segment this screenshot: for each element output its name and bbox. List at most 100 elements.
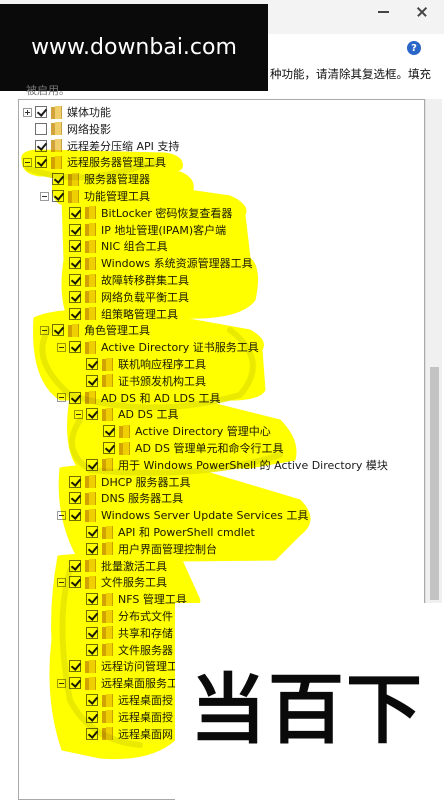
folder-icon	[85, 223, 96, 237]
feature-checkbox[interactable]	[86, 610, 98, 622]
collapse-icon[interactable]	[74, 409, 83, 419]
feature-checkbox[interactable]	[86, 374, 98, 387]
feature-checkbox[interactable]	[69, 257, 81, 270]
collapse-icon[interactable]	[57, 577, 66, 587]
feature-checkbox[interactable]	[86, 526, 98, 538]
feature-checkbox[interactable]	[69, 475, 81, 488]
feature-checkbox[interactable]	[86, 593, 98, 606]
folder-icon	[102, 626, 113, 640]
tree-item[interactable]: 用于 Windows PowerShell 的 Active Directory…	[74, 457, 388, 473]
tree-item[interactable]: NIC 组合工具	[57, 238, 168, 254]
collapse-icon[interactable]	[57, 342, 66, 352]
tree-item[interactable]: 远程桌面授	[74, 692, 173, 708]
feature-checkbox[interactable]	[86, 458, 98, 471]
tree-item[interactable]: 故障转移群集工具	[57, 272, 189, 288]
feature-checkbox[interactable]	[86, 710, 98, 723]
feature-checkbox[interactable]	[35, 139, 47, 152]
tree-item[interactable]: 联机响应程序工具	[74, 356, 206, 372]
tree-item-label: 远程访问管理工	[101, 660, 178, 674]
tree-item[interactable]: 角色管理工具	[40, 322, 150, 338]
feature-checkbox[interactable]	[103, 442, 115, 454]
tree-item[interactable]: 文件服务工具	[57, 574, 167, 590]
description-line-2: 被启用。	[26, 84, 70, 97]
feature-checkbox[interactable]	[86, 542, 98, 555]
feature-checkbox[interactable]	[52, 324, 64, 337]
collapse-icon[interactable]	[40, 191, 49, 201]
feature-checkbox[interactable]	[69, 206, 81, 219]
tree-item[interactable]: AD DS 和 AD LDS 工具	[57, 390, 221, 406]
tree-item[interactable]: 远程服务器管理工具	[23, 154, 166, 170]
tree-item[interactable]: 组策略管理工具	[57, 306, 178, 322]
tree-item[interactable]: Active Directory 证书服务工具	[57, 339, 259, 355]
tree-item[interactable]: DHCP 服务器工具	[57, 474, 191, 490]
tree-item-label: Active Directory 管理中心	[135, 425, 271, 439]
feature-checkbox[interactable]	[52, 190, 64, 202]
tree-item[interactable]: BitLocker 密码恢复查看器	[57, 205, 232, 221]
tree-item[interactable]: Windows Server Update Services 工具	[57, 507, 308, 523]
tree-item[interactable]: Active Directory 管理中心	[91, 423, 271, 439]
tree-item[interactable]: 远程桌面网	[74, 726, 173, 742]
feature-checkbox[interactable]	[35, 156, 47, 169]
tree-item[interactable]: 共享和存储	[74, 625, 173, 641]
feature-checkbox[interactable]	[86, 643, 98, 656]
feature-checkbox[interactable]	[69, 274, 81, 286]
tree-item[interactable]: 分布式文件	[74, 608, 173, 624]
feature-checkbox[interactable]	[35, 106, 47, 118]
tree-item[interactable]: 功能管理工具	[40, 188, 150, 204]
collapse-icon[interactable]	[57, 393, 66, 403]
folder-icon	[102, 710, 113, 724]
tree-item[interactable]: IP 地址管理(IPAM)客户端	[57, 222, 226, 238]
tree-item[interactable]: 证书颁发机构工具	[74, 373, 206, 389]
feature-checkbox[interactable]	[86, 727, 98, 740]
feature-checkbox[interactable]	[69, 223, 81, 236]
feature-checkbox[interactable]	[86, 408, 98, 421]
tree-item[interactable]: AD DS 管理单元和命令行工具	[91, 440, 283, 456]
feature-checkbox[interactable]	[69, 307, 81, 320]
feature-checkbox[interactable]	[86, 626, 98, 639]
tree-item[interactable]: 用户界面管理控制台	[74, 541, 217, 557]
tree-item[interactable]: NFS 管理工具	[74, 591, 187, 607]
folder-icon	[68, 172, 79, 186]
feature-checkbox[interactable]	[86, 694, 98, 706]
minimize-button[interactable]	[374, 4, 394, 20]
tree-item[interactable]: 媒体功能	[23, 104, 111, 120]
tree-item[interactable]: 远程桌面服务工	[57, 675, 178, 691]
tree-item[interactable]: 远程访问管理工	[57, 658, 178, 674]
feature-checkbox[interactable]	[69, 677, 81, 690]
feature-checkbox[interactable]	[69, 509, 81, 522]
tree-item[interactable]: 远程桌面授	[74, 709, 173, 725]
tree-item[interactable]: 文件服务器	[74, 642, 173, 658]
help-icon[interactable]: ?	[407, 41, 421, 55]
tree-item-label: AD DS 和 AD LDS 工具	[101, 391, 221, 405]
feature-checkbox[interactable]	[69, 391, 81, 404]
collapse-icon[interactable]	[23, 157, 32, 167]
collapse-icon[interactable]	[57, 678, 66, 688]
feature-checkbox[interactable]	[52, 173, 64, 186]
tree-item[interactable]: 网络投影	[23, 121, 111, 137]
tree-item[interactable]: AD DS 工具	[74, 406, 178, 422]
feature-checkbox[interactable]	[69, 660, 81, 673]
collapse-icon[interactable]	[57, 510, 66, 520]
tree-item[interactable]: 服务器管理器	[40, 171, 150, 187]
feature-checkbox[interactable]	[86, 358, 98, 370]
feature-checkbox[interactable]	[69, 559, 81, 572]
expand-icon[interactable]	[23, 107, 32, 117]
tree-item[interactable]: Windows 系统资源管理器工具	[57, 255, 253, 271]
scrollbar-thumb[interactable]	[430, 367, 439, 600]
feature-checkbox[interactable]	[35, 122, 47, 135]
tree-item[interactable]: 网络负载平衡工具	[57, 289, 189, 305]
feature-checkbox[interactable]	[69, 492, 81, 505]
tree-item-label: IP 地址管理(IPAM)客户端	[101, 223, 227, 237]
feature-checkbox[interactable]	[69, 240, 81, 253]
feature-checkbox[interactable]	[103, 425, 115, 438]
close-button[interactable]	[408, 4, 436, 20]
collapse-icon[interactable]	[40, 325, 49, 335]
feature-checkbox[interactable]	[69, 341, 81, 354]
feature-checkbox[interactable]	[69, 576, 81, 589]
tree-item[interactable]: 批量激活工具	[57, 558, 167, 574]
tree-item[interactable]: 远程差分压缩 API 支持	[23, 138, 179, 154]
feature-checkbox[interactable]	[69, 290, 81, 303]
tree-item[interactable]: DNS 服务器工具	[57, 490, 183, 506]
tree-item[interactable]: API 和 PowerShell cmdlet	[74, 524, 255, 540]
folder-icon	[102, 357, 113, 371]
